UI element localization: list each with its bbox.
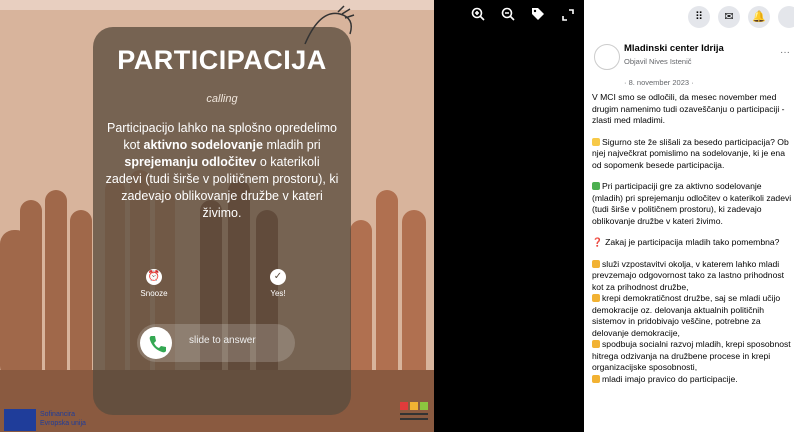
page-name-link[interactable]: Mladinski center Idrija (624, 43, 724, 54)
alarm-clock-icon: ⏰ (146, 269, 162, 285)
bullet-item: krepi demokratičnost družbe, saj se mlad… (592, 293, 781, 338)
image-viewer-toolbar (434, 0, 584, 432)
profile-icon[interactable] (778, 6, 794, 28)
card-subtitle: calling (206, 93, 238, 105)
post-image: PARTICIPACIJA calling Participacijo lahk… (0, 0, 434, 432)
zoom-in-icon[interactable] (468, 6, 488, 26)
tag-icon[interactable] (528, 6, 548, 26)
grid-menu-icon[interactable]: ⠿ (688, 6, 710, 28)
page-avatar[interactable] (594, 44, 620, 70)
zoom-out-icon[interactable] (498, 6, 518, 26)
eu-funding-text: Sofinancira Evropska unija (40, 411, 86, 427)
snooze-option: ⏰ Snooze (140, 269, 168, 298)
post-paragraph: V MCI smo se odločili, da mesec november… (592, 92, 785, 125)
slide-to-answer: slide to answer (137, 324, 295, 362)
post-paragraph: Pri participaciji gre za aktivno sodelov… (592, 181, 792, 226)
slide-label: slide to answer (189, 335, 256, 346)
bullet-item: spodbuja socialni razvoj mladih, krepi s… (592, 339, 791, 372)
bell-icon[interactable]: 🔔 (748, 6, 770, 28)
bullet-item: služi vzpostavitvi okolja, v katerem lah… (592, 258, 785, 292)
mci-logo (400, 402, 428, 420)
posted-by: Objavil Nives Istenič (624, 57, 692, 66)
hands-emoji-icon (592, 259, 600, 268)
phone-icon (140, 327, 172, 359)
check-emoji-icon (592, 182, 600, 190)
call-card: PARTICIPACIJA calling Participacijo lahk… (93, 27, 351, 415)
doodle-hand-icon (304, 5, 355, 45)
hands-emoji-icon (592, 294, 600, 302)
messenger-icon[interactable]: ✉ (718, 6, 740, 28)
post-paragraph: Sigurno ste že slišali za besedo partici… (592, 136, 789, 170)
hands-emoji-icon (592, 340, 600, 348)
hands-emoji-icon (592, 374, 600, 383)
post-bullets: služi vzpostavitvi okolja, v katerem lah… (592, 259, 794, 386)
bullet-item: mladi imajo pravico do participacije. (592, 374, 794, 386)
check-icon: ✓ (270, 269, 286, 285)
eu-flag-icon (4, 409, 36, 431)
fb-header: ⠿ ✉ 🔔 (584, 0, 794, 34)
card-body-text: Participacijo lahko na splošno opredelim… (105, 121, 339, 220)
facebook-post-panel: ⠿ ✉ 🔔 Mladinski center Idrija Objavil Ni… (584, 0, 794, 432)
fullscreen-icon[interactable] (558, 6, 578, 26)
post-date[interactable]: · 8. november 2023 · (624, 78, 694, 87)
image-top-stripe (0, 0, 434, 10)
more-options-icon[interactable]: ··· (780, 47, 790, 58)
post-text: V MCI smo se odločili, da mesec november… (592, 92, 794, 385)
question-emoji-icon: ❓ (592, 237, 603, 247)
yes-option: ✓ Yes! (270, 269, 286, 298)
post-paragraph: ❓ Zakaj je participacija mladih tako pom… (592, 237, 780, 247)
emoji-icon (592, 137, 600, 146)
